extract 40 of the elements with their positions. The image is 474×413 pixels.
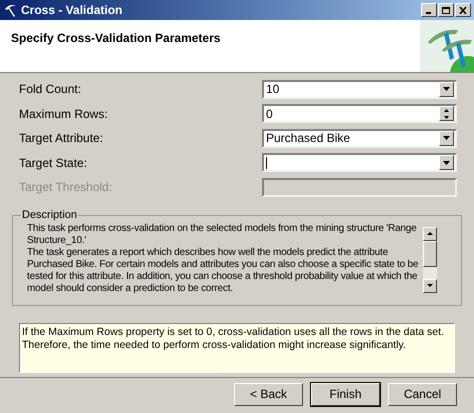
field-label: Target Threshold: xyxy=(19,179,112,196)
dialog-button[interactable]: < Back xyxy=(234,382,303,406)
dropdown-field[interactable]: Purchased Bike xyxy=(262,128,457,148)
field-label: Target Attribute: xyxy=(19,130,104,148)
dialog-button[interactable]: Cancel xyxy=(388,382,457,406)
wizard-logo-icon xyxy=(420,20,474,72)
dropdown-arrow-icon xyxy=(443,160,450,165)
field-label: Fold Count: xyxy=(19,81,82,98)
close-icon xyxy=(459,6,467,14)
scroll-thumb[interactable] xyxy=(423,240,437,266)
down-arrow-icon xyxy=(427,284,433,287)
scroll-up-button[interactable] xyxy=(423,226,437,240)
pickaxe-icon xyxy=(3,3,17,17)
minimize-button[interactable] xyxy=(421,3,437,17)
close-button[interactable] xyxy=(455,3,471,17)
maximize-button[interactable] xyxy=(438,3,454,17)
up-arrow-icon xyxy=(427,232,433,235)
window-title: Cross - Validation xyxy=(21,2,122,19)
down-arrow-icon xyxy=(444,116,449,118)
dropdown-arrow-icon xyxy=(443,87,450,92)
note-box: If the Maximum Rows property is set to 0, cross-validation uses all the rows in the data set. Therefore, the time needed to perform cross-validation might increase significantly. xyxy=(19,322,455,372)
scroll-down-button[interactable] xyxy=(423,278,437,292)
scrollbar[interactable] xyxy=(423,226,437,292)
description-text: This task performs cross-validation on the selected models from the mining structure 'Range Structure_10.' xyxy=(27,222,418,246)
maximize-icon xyxy=(442,6,450,14)
page-heading: Specify Cross-Validation Parameters xyxy=(10,30,220,47)
spinner-buttons[interactable] xyxy=(439,106,454,122)
group-title: Description xyxy=(21,208,78,222)
field-label: Maximum Rows: xyxy=(19,106,108,123)
dropdown-field[interactable]: 10 xyxy=(262,80,457,99)
dialog-button[interactable]: Finish xyxy=(311,382,380,406)
dropdown-arrow-icon xyxy=(443,136,450,140)
description-text: The task generates a report which describes how well the models predict the attribute Purchased Bike. For certain models and attributes you can also choose a specific state to be tested for this attribute. In addition, you can choose a threshold probability value at which the model should consider a prediction to be correct. xyxy=(27,246,419,294)
spinner-field[interactable]: 0 xyxy=(262,104,457,124)
up-arrow-icon xyxy=(444,109,449,112)
dropdown-button[interactable] xyxy=(439,155,454,170)
dropdown-button[interactable] xyxy=(439,82,454,97)
field-label: Target State: xyxy=(19,154,88,172)
dropdown-button[interactable] xyxy=(439,130,454,146)
dropdown-field[interactable] xyxy=(262,153,457,172)
